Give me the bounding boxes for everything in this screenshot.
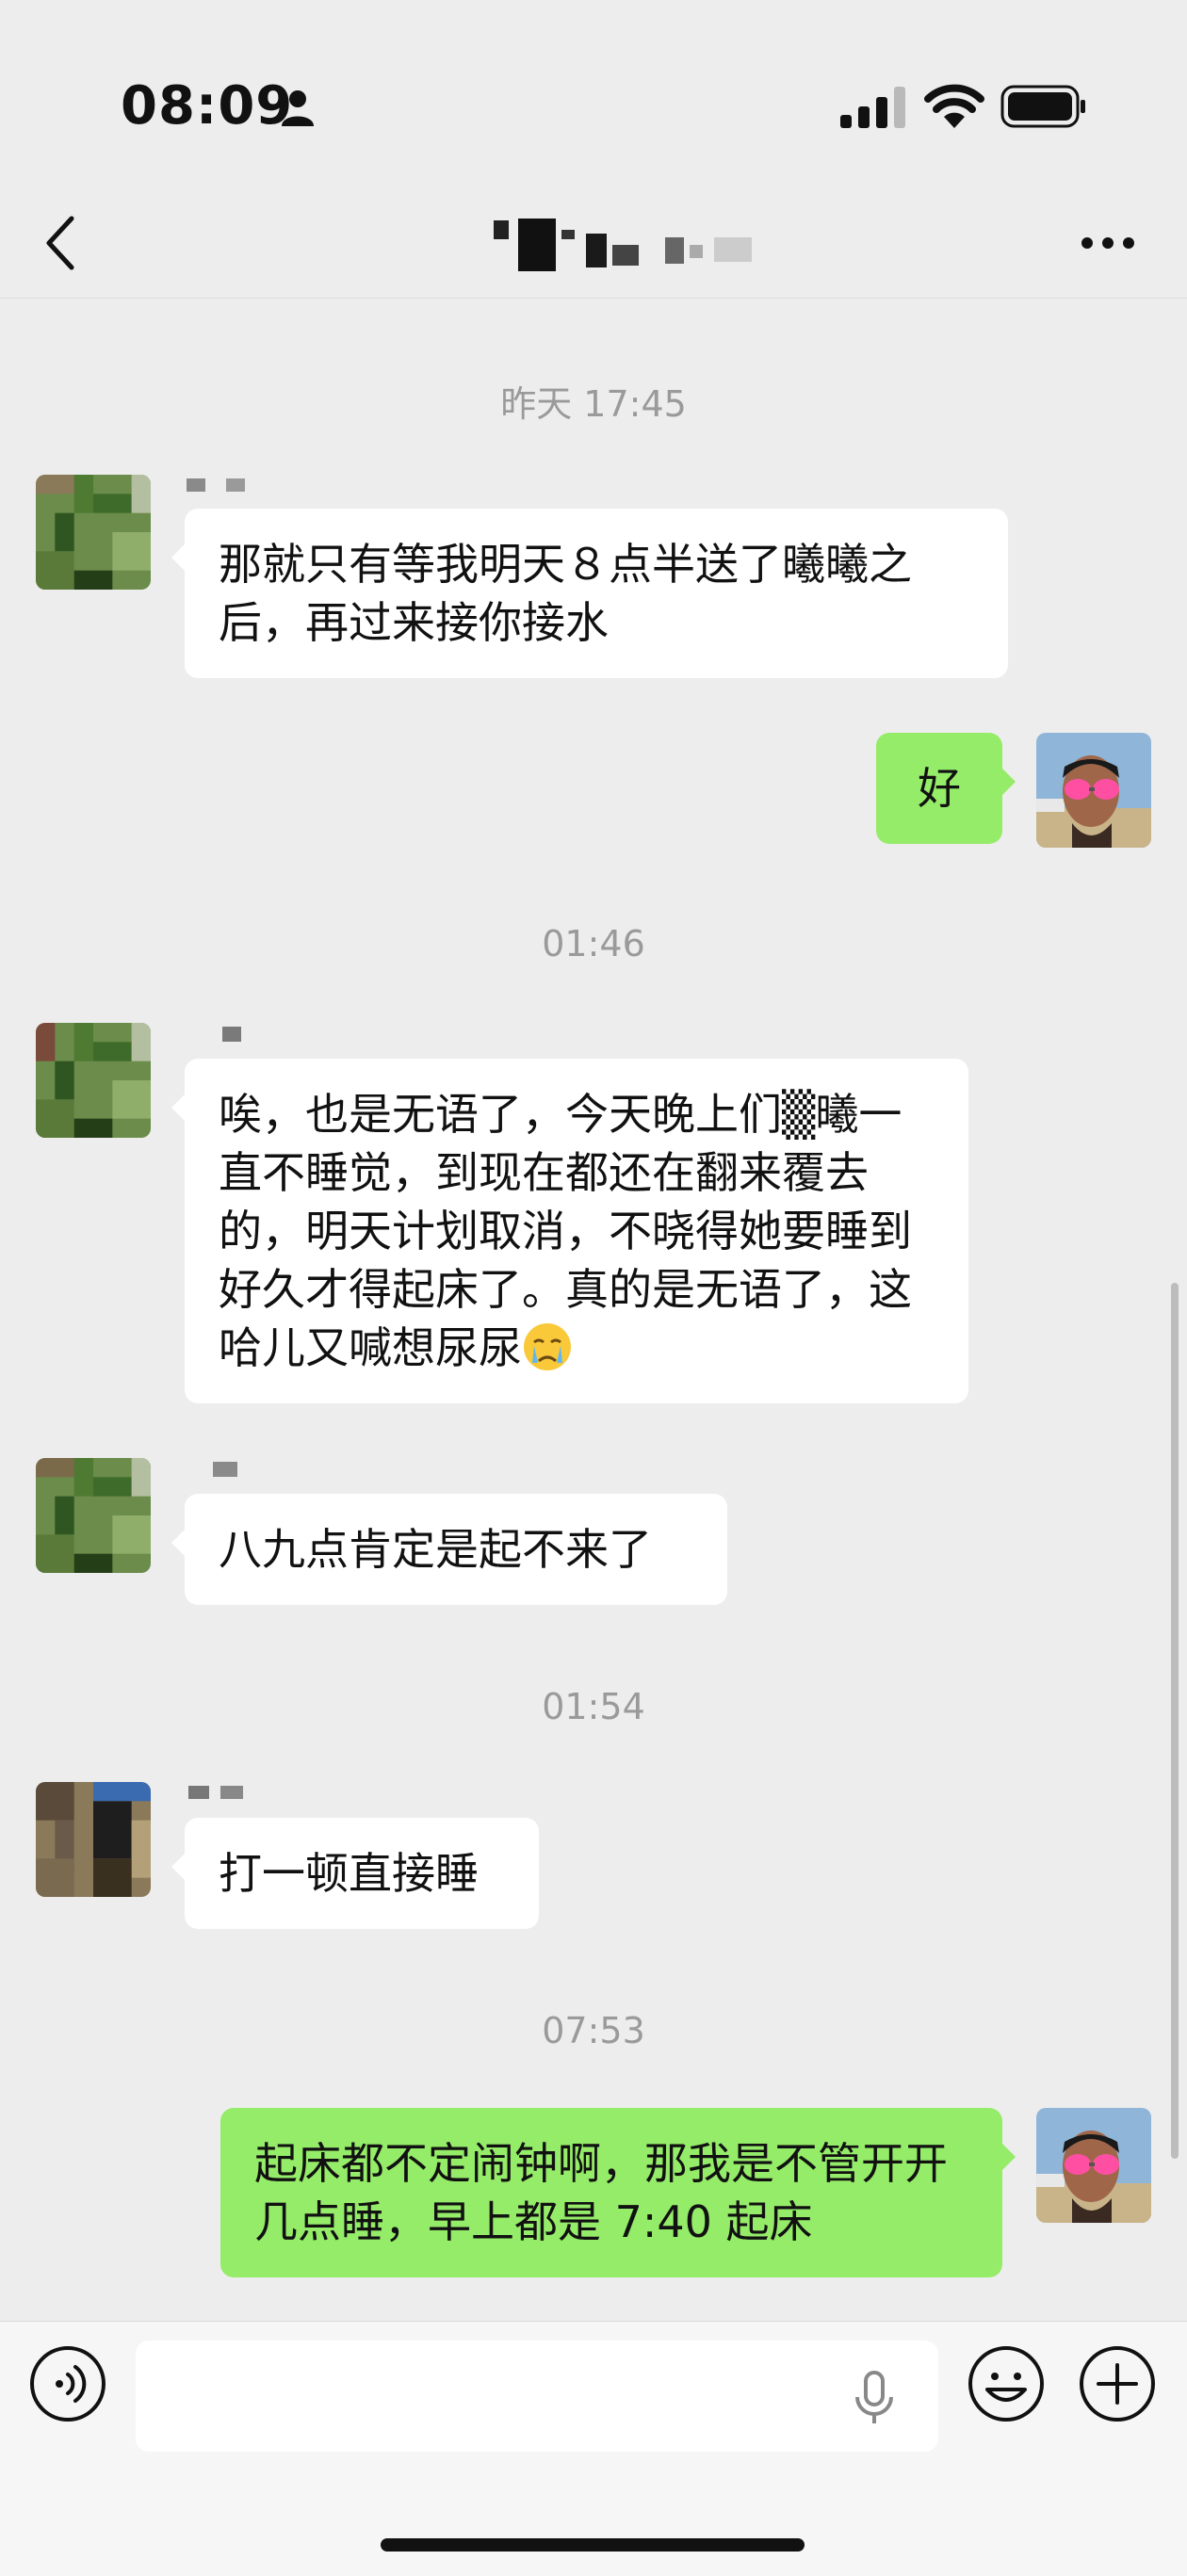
chat-scrollbar[interactable] bbox=[1171, 1283, 1179, 2159]
message-bubble-outgoing[interactable]: 起床都不定闹钟啊，那我是不管开开几点睡，早上都是 7:40 起床 bbox=[220, 2108, 1016, 2277]
chat-header bbox=[0, 188, 1187, 299]
cellular-signal-icon bbox=[840, 87, 905, 128]
timestamp-divider: 07:53 bbox=[542, 2010, 645, 2051]
microphone-icon[interactable] bbox=[854, 2371, 895, 2425]
more-dots-icon[interactable] bbox=[1080, 235, 1136, 251]
sender-name-redacted bbox=[187, 478, 245, 492]
timestamp-divider: 01:54 bbox=[542, 1686, 645, 1727]
message-bubble-incoming[interactable]: 打一顿直接睡 bbox=[171, 1818, 539, 1929]
wifi-icon bbox=[924, 84, 984, 128]
message-bubble-outgoing[interactable]: 好 bbox=[876, 733, 1016, 844]
timestamp-divider: 昨天 17:45 bbox=[500, 383, 687, 425]
contact-avatar[interactable] bbox=[36, 475, 151, 590]
chat-history[interactable]: 昨天 17:45 那就只有等我明天８点半送了曦曦之后，再过来接你接水 好 01:… bbox=[0, 300, 1187, 2321]
person-icon bbox=[282, 90, 314, 126]
home-indicator[interactable] bbox=[381, 2538, 805, 2552]
sender-name-redacted bbox=[222, 1027, 241, 1042]
crying-face-emoji bbox=[524, 1323, 571, 1370]
message-bubble-incoming[interactable]: 八九点肯定是起不来了 bbox=[171, 1494, 727, 1605]
contact-avatar[interactable] bbox=[36, 1023, 151, 1138]
message-input[interactable] bbox=[136, 2341, 938, 2452]
plus-icon[interactable] bbox=[1078, 2344, 1157, 2423]
my-avatar[interactable] bbox=[1036, 2108, 1151, 2223]
input-bar bbox=[0, 2321, 1187, 2576]
chevron-left-icon[interactable] bbox=[41, 213, 79, 273]
timestamp-divider: 01:46 bbox=[542, 923, 645, 964]
contact-avatar[interactable] bbox=[36, 1782, 151, 1897]
emoji-icon[interactable] bbox=[967, 2344, 1046, 2423]
message-bubble-incoming[interactable]: 唉，也是无语了，今天晚上们▒曦一直不睡觉，到现在都还在翻来覆去的，明天计划取消，… bbox=[171, 1059, 968, 1403]
chat-title-redacted bbox=[494, 219, 752, 271]
battery-icon bbox=[1000, 85, 1085, 128]
contact-avatar[interactable] bbox=[36, 1458, 151, 1573]
sender-name-redacted bbox=[213, 1462, 237, 1477]
my-avatar[interactable] bbox=[1036, 733, 1151, 848]
sender-name-redacted bbox=[188, 1786, 243, 1799]
message-bubble-incoming[interactable]: 那就只有等我明天８点半送了曦曦之后，再过来接你接水 bbox=[171, 509, 1008, 678]
status-time: 08:09 bbox=[121, 75, 294, 137]
voice-toggle-icon[interactable] bbox=[28, 2344, 107, 2423]
status-bar: 08:09 bbox=[0, 0, 1187, 188]
